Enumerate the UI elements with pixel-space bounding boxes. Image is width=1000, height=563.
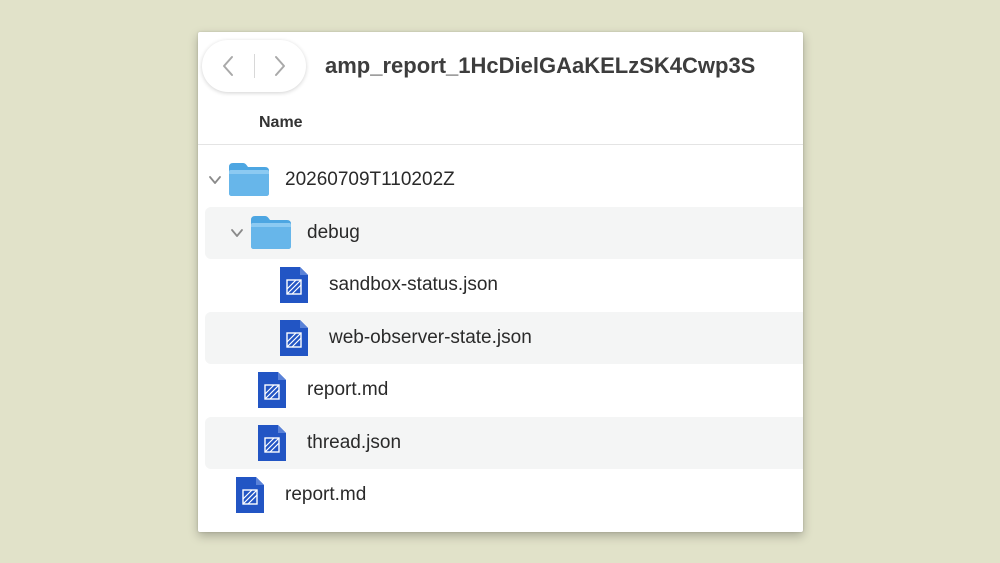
file-name: sandbox-status.json bbox=[329, 274, 498, 295]
document-icon bbox=[234, 475, 266, 515]
toolbar: amp_report_1HcDielGAaKELzSK4Cwp3S bbox=[198, 32, 803, 100]
chevron-left-icon bbox=[223, 56, 233, 76]
file-row[interactable]: thread.json bbox=[205, 416, 803, 469]
file-name: web-observer-state.json bbox=[329, 326, 532, 348]
document-icon bbox=[256, 423, 288, 463]
file-row[interactable]: web-observer-state.json bbox=[205, 311, 803, 364]
file-name: report.md bbox=[307, 379, 389, 400]
navigation-controls bbox=[202, 40, 306, 92]
desktop: amp_report_1HcDielGAaKELzSK4Cwp3S Name 2… bbox=[0, 0, 1000, 563]
document-icon bbox=[278, 318, 310, 358]
file-row[interactable]: sandbox-status.json bbox=[205, 259, 803, 311]
back-button[interactable] bbox=[202, 40, 254, 92]
file-name: report.md bbox=[285, 484, 367, 505]
name-column-header[interactable]: Name bbox=[259, 114, 303, 132]
disclosure-chevron-icon[interactable] bbox=[230, 226, 244, 240]
disclosure-chevron-icon[interactable] bbox=[208, 173, 222, 187]
file-name: thread.json bbox=[307, 431, 402, 453]
folder-icon bbox=[249, 212, 293, 252]
folder-name: 20260709T110202Z bbox=[285, 169, 455, 190]
folder-row[interactable]: 20260709T110202Z bbox=[205, 154, 803, 206]
document-icon bbox=[256, 370, 288, 410]
finder-window: amp_report_1HcDielGAaKELzSK4Cwp3S Name 2… bbox=[198, 32, 803, 532]
chevron-right-icon bbox=[275, 56, 285, 76]
folder-row[interactable]: debug bbox=[205, 206, 803, 259]
file-row[interactable]: report.md bbox=[205, 469, 803, 521]
folder-name: debug bbox=[307, 221, 360, 243]
document-icon bbox=[278, 265, 310, 305]
forward-button[interactable] bbox=[254, 40, 306, 92]
folder-icon bbox=[227, 159, 271, 199]
column-header: Name bbox=[198, 100, 803, 145]
window-title: amp_report_1HcDielGAaKELzSK4Cwp3S bbox=[325, 53, 756, 78]
file-row[interactable]: report.md bbox=[205, 364, 803, 416]
